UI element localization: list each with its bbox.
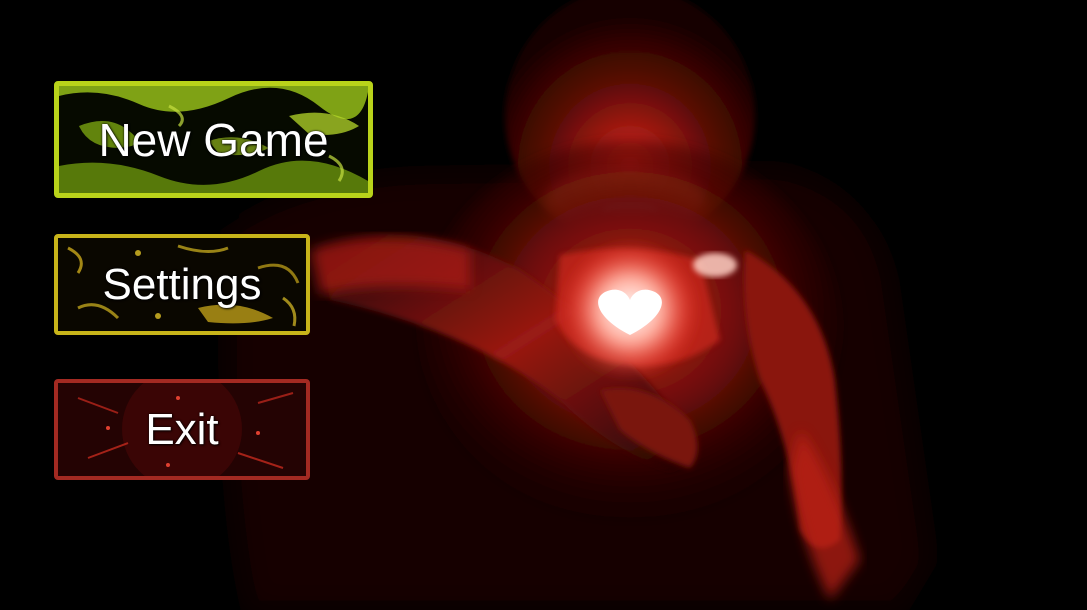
new-game-button[interactable]: New Game [54, 81, 373, 198]
new-game-label: New Game [98, 113, 329, 166]
settings-label: Settings [102, 259, 262, 309]
exit-label: Exit [145, 404, 219, 454]
main-menu-screen: New Game Settings Exit [0, 0, 1087, 610]
exit-button[interactable]: Exit [54, 379, 310, 480]
settings-button[interactable]: Settings [54, 234, 310, 335]
